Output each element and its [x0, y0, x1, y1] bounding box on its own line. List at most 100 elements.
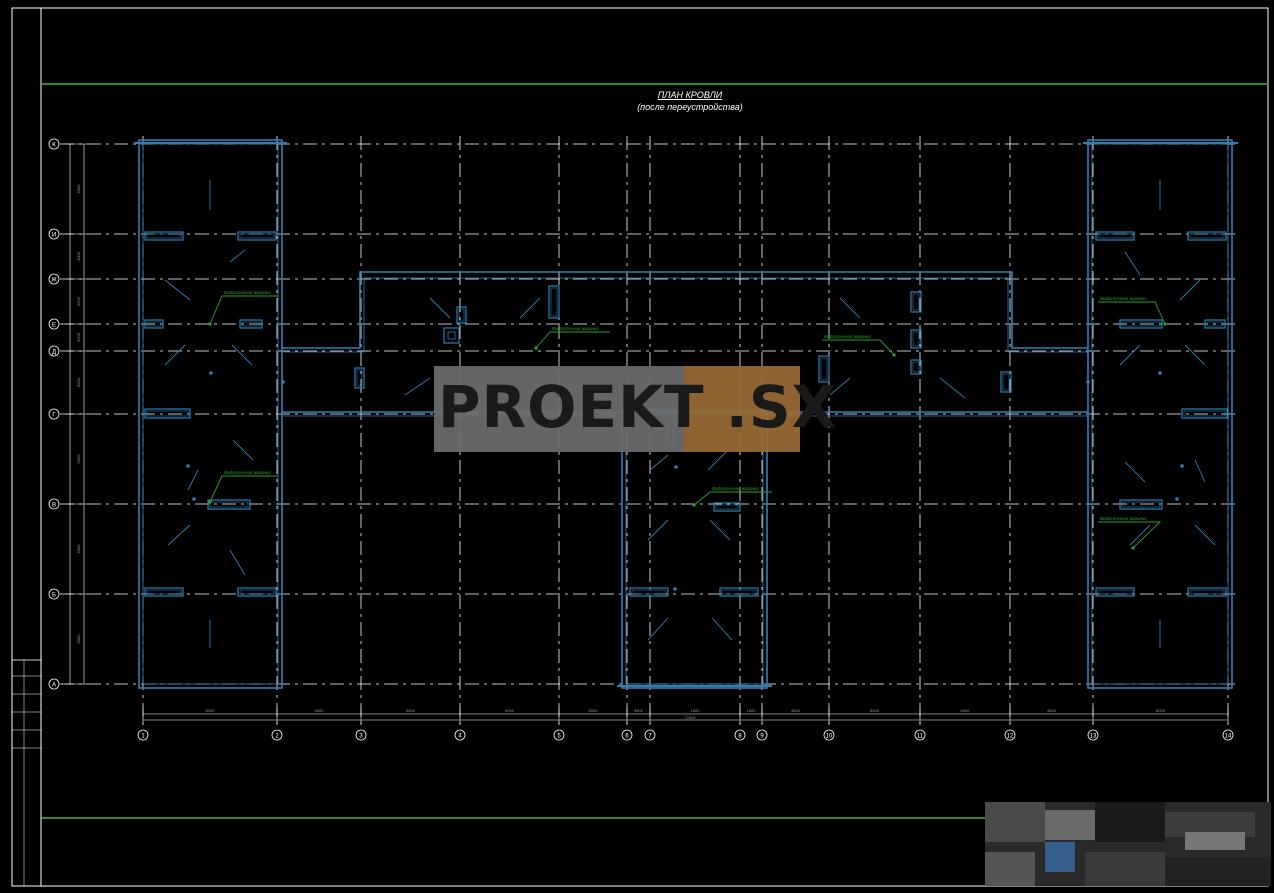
drain-callout-leader	[1098, 301, 1166, 325]
axis-label-row: И	[52, 233, 56, 239]
dimension-value: 4500	[634, 708, 644, 713]
roof-vent	[237, 231, 277, 241]
roof-slope-line	[232, 439, 254, 461]
axis-label-column: 14	[1225, 734, 1232, 740]
drain-callout-label: Водосточная воронка	[1100, 516, 1147, 521]
roof-slope-line	[164, 279, 191, 301]
roof-slope-line	[839, 297, 861, 319]
roof-hatch	[443, 327, 460, 344]
dimension-value: 6000	[76, 454, 81, 464]
roof-slope-line	[1179, 279, 1201, 301]
roof-vent	[910, 291, 922, 313]
roof-vent	[144, 587, 184, 597]
roof-slope-line	[167, 524, 191, 546]
corridor-top-wall-inner	[282, 277, 1088, 353]
roof-slope-line	[187, 469, 199, 491]
corridor-top-wall	[282, 271, 1088, 349]
axis-label-row: А	[52, 683, 56, 689]
sheet-title: ПЛАН КРОВЛИ	[657, 90, 723, 100]
dimension-value: 4500	[1047, 708, 1057, 713]
roof-vent-inner	[146, 410, 189, 417]
drain-callout-dot	[208, 322, 212, 326]
dimension-value: 3000	[76, 296, 81, 306]
roof-drain-dot	[192, 497, 196, 501]
roof-vent	[719, 587, 759, 597]
axis-label-row: Е	[52, 323, 56, 329]
roof-vent-inner	[550, 287, 558, 317]
roof-vent	[354, 367, 365, 389]
roof-slope-line	[164, 344, 186, 366]
drain-callout-dot	[208, 500, 212, 504]
roof-drain-dot	[281, 380, 285, 384]
roof-vent	[1095, 587, 1135, 597]
drain-callout-label: Водосточная воронка	[224, 470, 271, 475]
dimension-value: 3000	[76, 332, 81, 342]
drain-callout-label: Водосточная воронка	[824, 334, 871, 339]
dimension-value: 4500	[406, 708, 416, 713]
dimension-value: 6000	[505, 708, 515, 713]
roof-slope-line	[647, 519, 669, 541]
dimension-value: 6000	[870, 708, 880, 713]
roof-vent	[207, 499, 251, 510]
roof-vent-inner	[1097, 233, 1133, 239]
axis-label-column: 8	[738, 734, 742, 740]
roof-slope-line	[1124, 461, 1146, 483]
roof-slope-line	[1194, 459, 1206, 483]
dimension-value: 6000	[589, 708, 599, 713]
roof-vent	[1187, 587, 1227, 597]
axis-label-column: 1	[141, 734, 145, 740]
axis-label-row: Б	[52, 593, 56, 599]
roof-vent	[144, 408, 191, 419]
roof-drain-dot	[673, 587, 677, 591]
drain-callout-label: Водосточная воронка	[1100, 296, 1147, 301]
roof-vent	[1119, 499, 1163, 510]
roof-slope-line	[707, 449, 729, 471]
drain-callout-dot	[892, 353, 896, 357]
roof-slope-line	[404, 377, 431, 396]
roof-slope-line	[649, 454, 669, 471]
drain-callout-leader	[535, 331, 610, 349]
roof-drain-dot	[674, 465, 678, 469]
roof-drain-dot	[1175, 497, 1179, 501]
watermark-text: PROEKT .SX	[438, 373, 838, 441]
roof-slope-line	[709, 519, 731, 541]
dimension-value: 6000	[76, 377, 81, 387]
roof-vent	[629, 587, 669, 597]
axis-label-column: 7	[648, 734, 652, 740]
roof-slope-line	[229, 549, 246, 576]
axis-label-column: 12	[1007, 734, 1014, 740]
roof-vent-inner	[1183, 410, 1226, 417]
roof-vent	[144, 231, 184, 241]
dimension-value: 6000	[76, 634, 81, 644]
roof-vent-inner	[1002, 373, 1010, 391]
roof-vent-inner	[209, 501, 249, 508]
dimension-value: 4500	[791, 708, 801, 713]
roof-vent-inner	[715, 504, 739, 510]
dimension-value: 6000	[961, 708, 971, 713]
roof-vent-inner	[631, 589, 667, 595]
roof-vent-inner	[1097, 589, 1133, 595]
roof-slope-line	[231, 344, 253, 366]
roof-drain-dot	[1158, 371, 1162, 375]
drain-callout-leader	[209, 475, 278, 503]
roof-vent-inner	[239, 233, 275, 239]
axis-label-column: 10	[826, 734, 833, 740]
drain-callout-label: Водосточная воронка	[224, 290, 271, 295]
roof-vent-inner	[146, 233, 182, 239]
axis-label-column: 11	[917, 734, 924, 740]
dimension-value: 6000	[206, 708, 216, 713]
roof-slope-line	[939, 377, 966, 399]
drain-callout-dot	[534, 346, 538, 350]
axis-label-column: 13	[1090, 734, 1097, 740]
axis-label-row: В	[52, 503, 56, 509]
axis-label-column: 9	[760, 734, 764, 740]
drain-callout-dot	[1131, 546, 1135, 550]
roof-slope-line	[1194, 524, 1216, 546]
roof-slope-line	[429, 297, 451, 319]
roof-vent-inner	[1189, 589, 1225, 595]
axis-label-column: 4	[458, 734, 462, 740]
roof-drain-dot	[1086, 380, 1090, 384]
roof-vent	[548, 285, 560, 319]
axis-label-column: 6	[625, 734, 629, 740]
roof-slope-line	[229, 249, 246, 263]
